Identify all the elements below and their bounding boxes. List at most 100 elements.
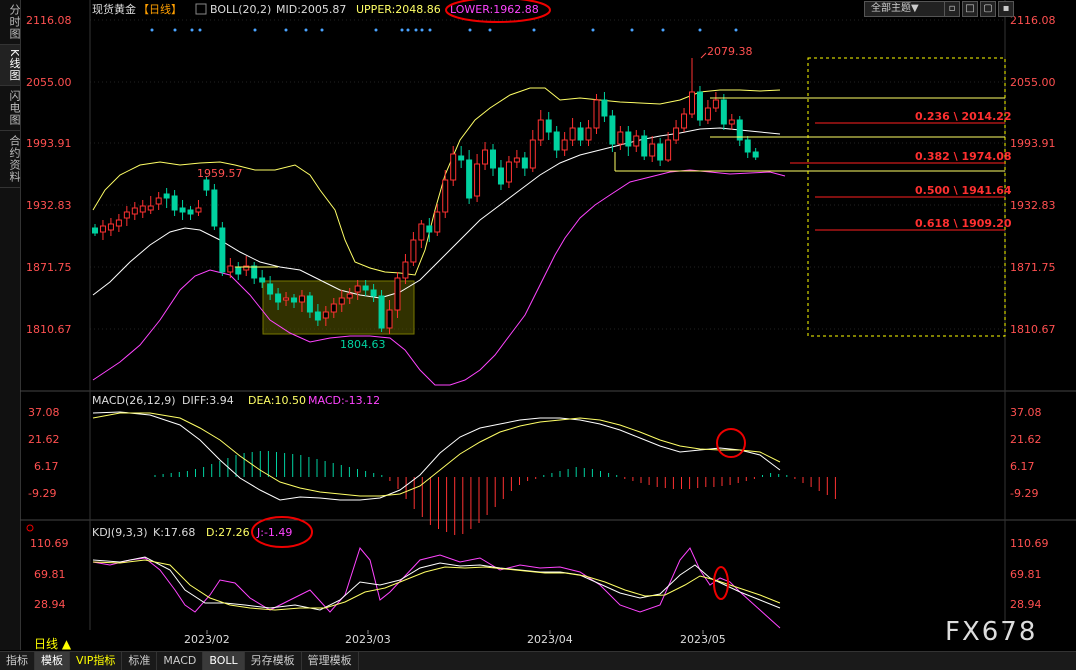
period-tag: 【日线】 <box>138 2 182 16</box>
fib-label: 0.500 \ 1941.64 <box>915 184 1012 197</box>
fib-lines <box>790 122 1005 231</box>
candle-body <box>267 283 274 295</box>
candle-body <box>649 143 656 157</box>
candle-body <box>712 99 719 109</box>
tab-templates[interactable]: 模板 <box>35 652 70 670</box>
candle-body <box>545 119 552 133</box>
macd-axis-label: 21.62 <box>1010 433 1042 446</box>
time-label: 2023/05 <box>680 633 726 646</box>
price-label: 1810.67 <box>26 323 72 336</box>
kdj-axis-label: 110.69 <box>30 537 69 550</box>
macd-highlight-circle <box>716 428 746 458</box>
candle-body <box>585 127 592 141</box>
kdj-left-axis: 110.69 69.81 28.94 <box>30 537 69 611</box>
restore-icon[interactable]: □ <box>962 1 978 17</box>
candle-body <box>410 239 417 263</box>
high-annotation-pointer <box>700 52 707 59</box>
tab-macd[interactable]: MACD <box>157 652 204 670</box>
candle-body <box>107 223 114 231</box>
candle-body <box>370 289 377 297</box>
kdj-header: KDJ(9,3,3) K:17.68 D:27.26 J:-1.49 <box>26 516 313 548</box>
tab-indicators[interactable]: 指标 <box>0 652 35 670</box>
tab-standard[interactable]: 标准 <box>122 652 158 670</box>
candle-body <box>601 99 608 117</box>
candle-body <box>92 227 98 234</box>
boll-lower-line <box>92 169 786 386</box>
signal-dots <box>150 28 738 32</box>
candle-body <box>497 167 504 185</box>
tab-manage-template[interactable]: 管理模板 <box>302 652 359 670</box>
macd-axis-label: 37.08 <box>28 406 60 419</box>
tab-timeshare[interactable]: 分时图 <box>0 0 21 45</box>
price-label: 1993.91 <box>1010 137 1056 150</box>
candle-body <box>513 157 520 163</box>
time-label: 2023/02 <box>184 633 230 646</box>
candle-body <box>147 205 154 211</box>
kdj-j: J:-1.49 <box>256 526 292 539</box>
candle-body <box>418 223 425 241</box>
pin-icon[interactable]: ▫ <box>944 1 960 17</box>
candle-body <box>704 107 711 121</box>
time-axis: 2023/02 2023/03 2023/04 2023/05 <box>184 630 726 646</box>
candle-body <box>227 265 234 273</box>
candle-body <box>155 197 162 205</box>
right-price-axis: 2116.08 2055.00 1993.91 1932.83 1871.75 … <box>1010 14 1056 336</box>
macd-dea: DEA:10.50 <box>248 394 306 407</box>
macd-diff-line <box>92 411 781 501</box>
price-label: 1810.67 <box>1010 323 1056 336</box>
price-label: 1932.83 <box>1010 199 1056 212</box>
period-selector[interactable]: 日线 ▲ <box>34 635 71 652</box>
macd-axis-label: 37.08 <box>1010 406 1042 419</box>
kdj-settings-icon[interactable] <box>26 524 34 532</box>
macd-left-axis: 37.08 21.62 6.17 -9.29 <box>28 406 60 500</box>
candle-body <box>163 193 170 199</box>
tab-flash[interactable]: 闪电图 <box>0 86 21 132</box>
candle-body <box>553 131 560 151</box>
candle-body <box>314 311 321 321</box>
candle-body <box>259 277 266 283</box>
fib-label: 0.618 \ 1909.20 <box>915 217 1012 230</box>
candle-body <box>752 151 759 158</box>
theme-dropdown[interactable]: 全部主题▼ <box>864 1 946 17</box>
candle-body <box>171 195 178 211</box>
price-label: 1871.75 <box>26 261 72 274</box>
price-label: 1932.83 <box>26 199 72 212</box>
left-price-axis: 2116.08 2055.00 1993.91 1932.83 1871.75 … <box>26 14 72 336</box>
kdj-d: D:27.26 <box>206 526 250 539</box>
candle-body <box>434 211 441 233</box>
fib-labels: 0.236 \ 2014.22 0.382 \ 1974.08 0.500 \ … <box>915 110 1012 230</box>
candle-body <box>386 309 393 329</box>
close-icon[interactable]: ▪ <box>998 1 1014 17</box>
candle-body <box>617 131 624 145</box>
macd-title: MACD(26,12,9) <box>92 394 176 407</box>
tab-boll[interactable]: BOLL <box>203 652 245 670</box>
candle-body <box>219 227 226 273</box>
macd-value: MACD:-13.12 <box>308 394 380 407</box>
candle-body <box>625 131 632 147</box>
candle-body <box>203 179 210 191</box>
prev-high-annotation: 1959.57 <box>197 167 243 180</box>
candle-body <box>569 127 576 141</box>
chart-header: 现货黄金 【日线】 BOLL(20,2) MID:2005.87 UPPER:2… <box>92 0 551 23</box>
indicator-icon[interactable] <box>195 3 207 15</box>
low-annotation: 1804.63 <box>340 338 386 351</box>
macd-axis-label: 21.62 <box>28 433 60 446</box>
kdj-j-line <box>92 546 781 629</box>
kdj-axis-label: 69.81 <box>1010 568 1042 581</box>
candle-body <box>378 295 385 329</box>
high-annotation: 2079.38 <box>707 45 753 58</box>
kdj-k: K:17.68 <box>153 526 195 539</box>
tab-kline[interactable]: K线图 <box>0 45 21 87</box>
candle-body <box>673 127 680 141</box>
tab-save-template[interactable]: 另存模板 <box>245 652 302 670</box>
watermark-logo: FX678 <box>945 617 1038 647</box>
tab-vip-indicators[interactable]: VIP指标 <box>70 652 123 670</box>
candle-body <box>139 205 146 213</box>
candle-body <box>641 135 648 157</box>
maximize-icon[interactable]: ▢ <box>980 1 996 17</box>
candle-body <box>354 285 361 293</box>
candle-body <box>593 99 600 129</box>
candle-body <box>195 207 202 213</box>
candle-body <box>561 139 568 151</box>
tab-contract-info[interactable]: 合约资料 <box>0 131 21 189</box>
